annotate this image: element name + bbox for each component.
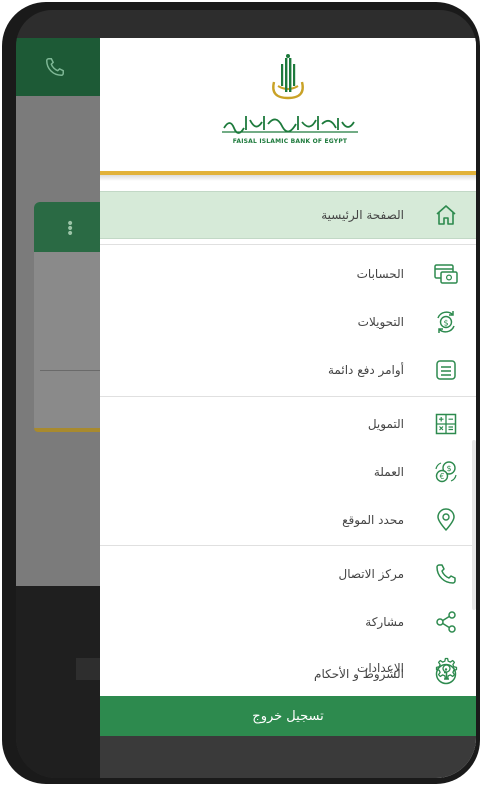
phone-frame: • • • FAISAL ISLAMIC BANK OF EGYPT الصفح…: [2, 2, 480, 784]
accounts-icon: [432, 260, 460, 288]
menu-item-standing-orders[interactable]: أوامر دفع دائمة: [100, 346, 476, 394]
more-icon: • • •: [66, 216, 75, 242]
background-card-accent: [34, 428, 106, 432]
scroll-indicator: [472, 440, 476, 610]
menu-divider: [100, 545, 476, 546]
logout-button[interactable]: تسجيل خروج: [100, 696, 476, 736]
menu-item-label: مشاركة: [365, 615, 404, 629]
standing-order-icon: [432, 356, 460, 384]
currency-icon: $ €: [432, 458, 460, 486]
bank-logo: FAISAL ISLAMIC BANK OF EGYPT: [100, 38, 476, 166]
header-shadow: [100, 175, 476, 181]
menu-item-label: الشروط و الأحكام: [314, 667, 404, 681]
menu-item-label: أوامر دفع دائمة: [328, 363, 404, 377]
menu-item-label: الصفحة الرئيسية: [321, 208, 404, 222]
screen: • • • FAISAL ISLAMIC BANK OF EGYPT الصفح…: [16, 10, 476, 778]
menu-item-label: العملة: [373, 465, 404, 479]
info-icon: [432, 660, 460, 688]
menu-item-label: مركز الاتصال: [338, 567, 405, 581]
drawer-bottom: [100, 736, 476, 778]
share-icon: [432, 608, 460, 636]
background-footer: [16, 586, 106, 778]
background-divider: [40, 370, 106, 371]
menu-item-terms[interactable]: الشروط و الأحكام: [100, 652, 476, 696]
transfer-icon: $: [432, 308, 460, 336]
logo-arabic-calligraphy: [222, 116, 358, 134]
menu-item-share[interactable]: مشاركة: [100, 598, 476, 646]
home-icon: [432, 201, 460, 229]
menu-item-label: التحويلات: [357, 315, 404, 329]
menu-item-call-center[interactable]: مركز الاتصال: [100, 550, 476, 598]
menu-item-finance[interactable]: التمويل: [100, 400, 476, 448]
menu-item-accounts[interactable]: الحسابات: [100, 250, 476, 298]
menu-item-transfers[interactable]: التحويلات $: [100, 298, 476, 346]
svg-text:$: $: [443, 319, 448, 328]
logo-emblem-icon: [272, 54, 304, 100]
menu-divider: [100, 396, 476, 397]
logout-label: تسجيل خروج: [252, 708, 324, 724]
menu-item-locator[interactable]: محدد الموقع: [100, 496, 476, 544]
volume-button: [2, 144, 10, 188]
location-icon: [432, 506, 460, 534]
menu-item-currency[interactable]: العملة $ €: [100, 448, 476, 496]
phone-icon: [432, 560, 460, 588]
power-button: [2, 208, 10, 260]
menu-item-label: التمويل: [367, 417, 404, 431]
background-phone-icon: [44, 56, 66, 82]
svg-text:$: $: [446, 464, 451, 473]
menu-item-home[interactable]: الصفحة الرئيسية: [100, 191, 476, 239]
calculator-icon: [432, 410, 460, 438]
menu-divider: [100, 244, 476, 245]
menu-item-label: محدد الموقع: [342, 513, 404, 527]
menu-item-label: الحسابات: [356, 267, 404, 281]
bank-name-english: FAISAL ISLAMIC BANK OF EGYPT: [232, 138, 348, 145]
svg-text:€: €: [440, 472, 445, 481]
